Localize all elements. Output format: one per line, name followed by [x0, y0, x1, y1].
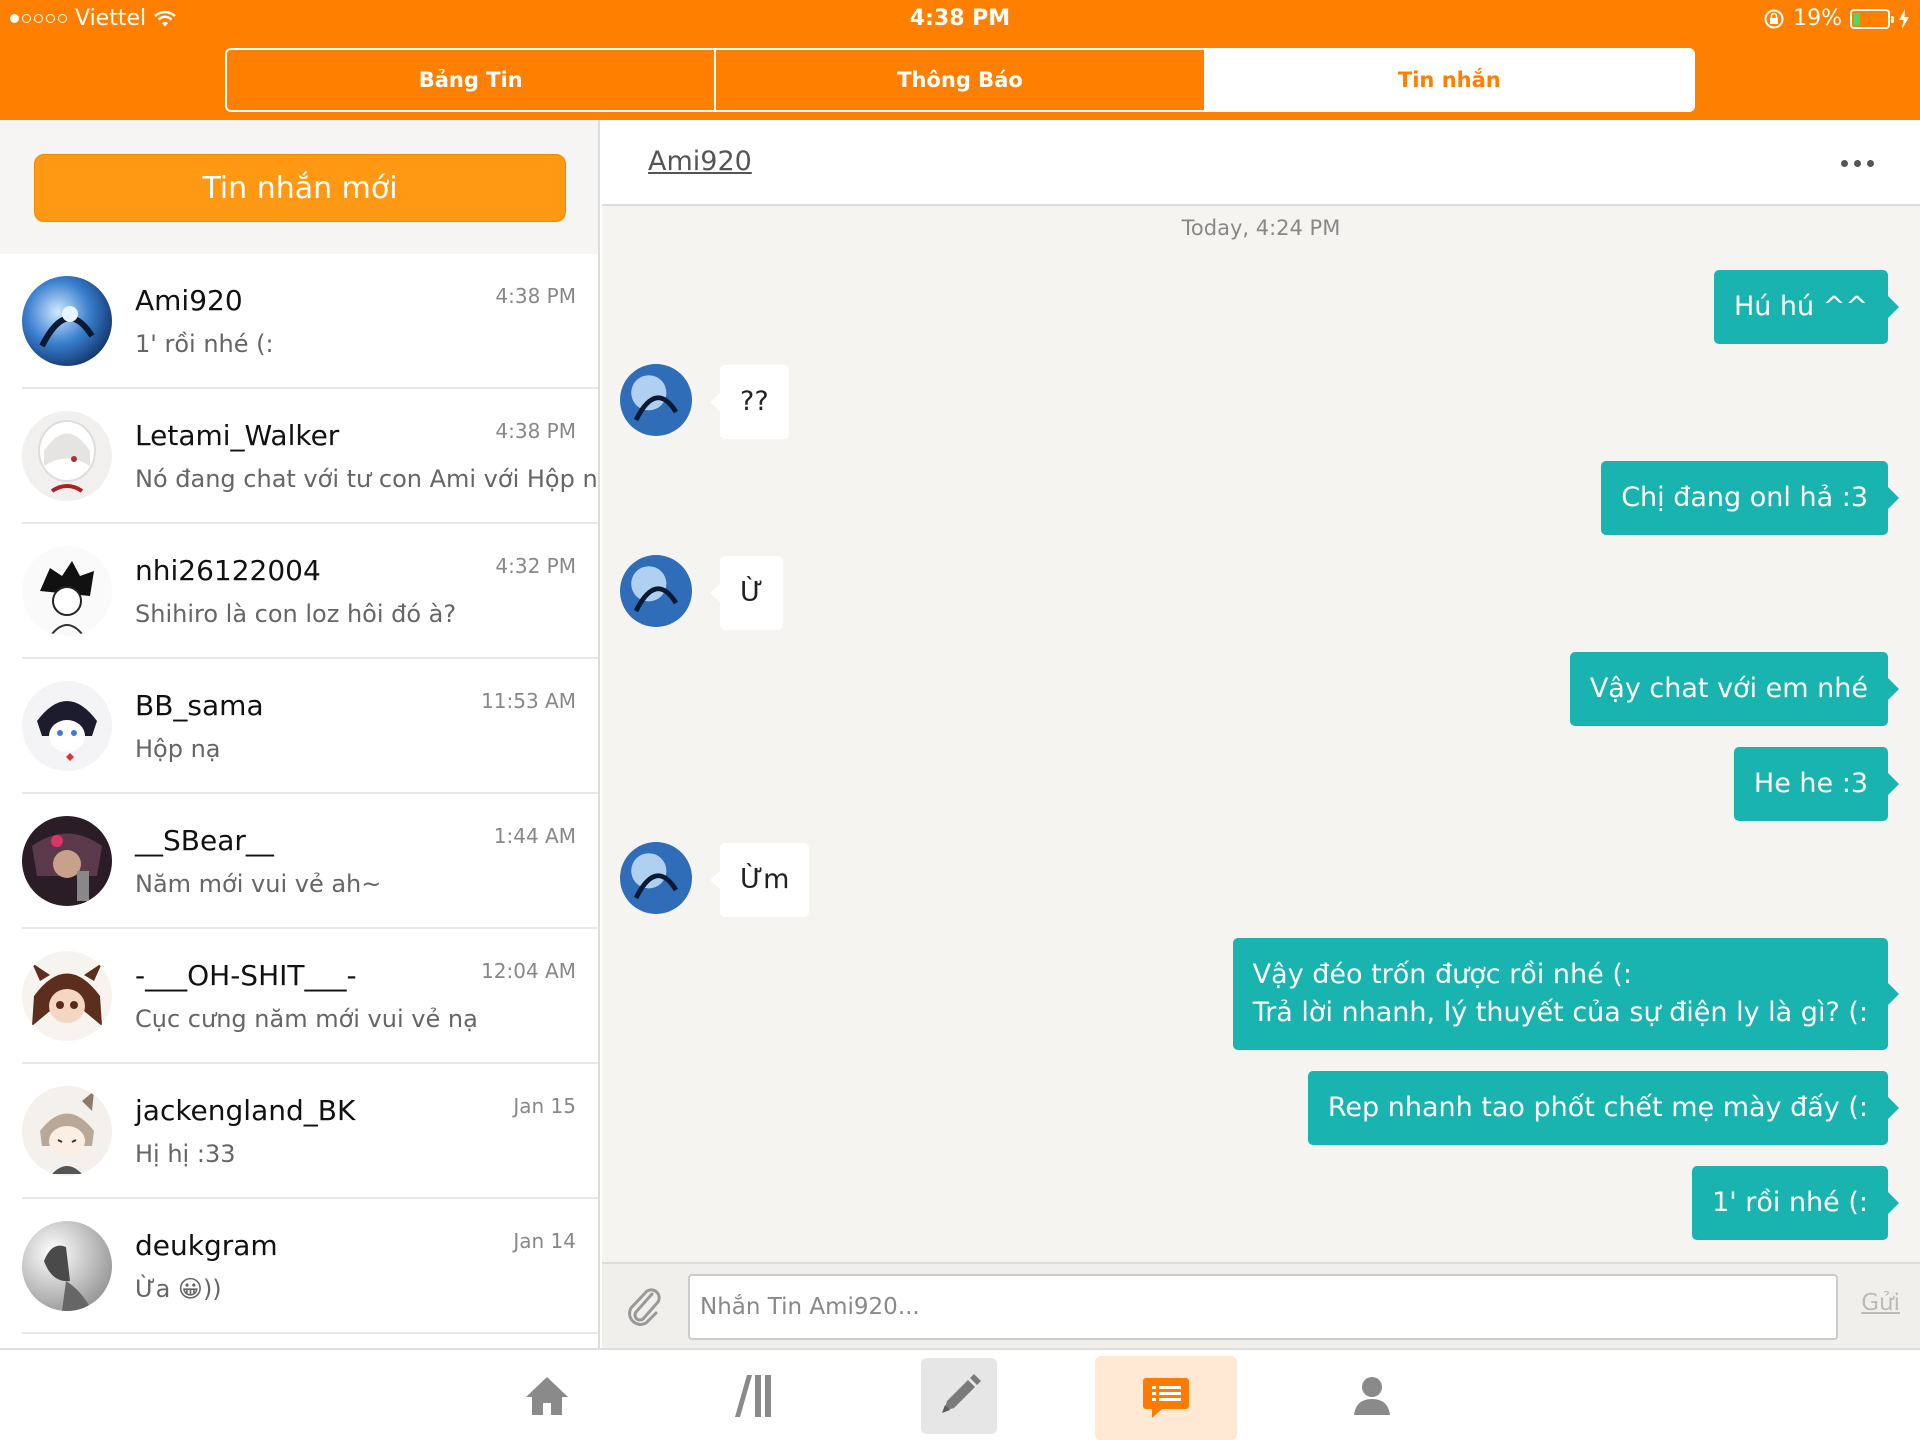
tab-tin-nhan[interactable]: Tin nhắn — [1205, 50, 1693, 110]
conversation-item[interactable]: deukgram Ừa 😀)) Jan 14 — [22, 1199, 598, 1334]
conversation-preview: Shihiro là con loz hôi đó à? — [135, 600, 457, 628]
conversation-time: 4:32 PM — [495, 554, 576, 578]
conversation-sidebar: Tin nhắn mới Ami920 1' rồi nhé (: 4:38 P… — [0, 120, 600, 1348]
conversation-item[interactable]: -___OH-SHIT___- Cục cưng năm mới vui vẻ … — [22, 929, 598, 1064]
conversation-preview: Cục cưng năm mới vui vẻ nạ — [135, 1005, 478, 1033]
conversation-preview: Hị hị :33 — [135, 1140, 236, 1168]
avatar — [620, 364, 692, 436]
tab-messages[interactable] — [1095, 1356, 1237, 1440]
status-right: 19% — [1763, 6, 1910, 31]
outgoing-message: 1' rồi nhé (: — [1692, 1166, 1899, 1240]
profile-icon — [1354, 1377, 1390, 1415]
conversation-preview: Hộp nạ — [135, 735, 221, 763]
chat-header: Ami920 — [602, 120, 1920, 206]
conversation-name: nhi26122004 — [135, 554, 321, 587]
conversation-time: 4:38 PM — [495, 419, 576, 443]
tab-library[interactable] — [709, 1350, 799, 1440]
outgoing-message: He he :3 — [1733, 747, 1900, 821]
battery-percent: 19% — [1793, 6, 1842, 31]
tab-bang-tin[interactable]: Bảng Tin — [227, 50, 717, 110]
outgoing-message: Hú hú ^^ — [1713, 270, 1900, 344]
conversation-preview: 1' rồi nhé (: — [135, 330, 274, 358]
conversation-name: -___OH-SHIT___- — [135, 959, 357, 992]
header: Viettel 4:38 PM 19% Bảng Tin Thông Báo T… — [0, 0, 1920, 120]
top-tab-bar: Bảng Tin Thông Báo Tin nhắn — [225, 48, 1695, 112]
conversation-item[interactable]: Letami_Walker Nó đang chat với tư con Am… — [22, 389, 598, 524]
incoming-message: Ừ — [709, 556, 784, 630]
avatar — [22, 1086, 112, 1176]
send-button[interactable]: Gửi — [1861, 1290, 1900, 1316]
avatar — [22, 276, 112, 366]
avatar — [22, 1221, 112, 1311]
avatar — [22, 681, 112, 771]
avatar — [22, 951, 112, 1041]
pencil-icon — [942, 1374, 981, 1413]
outgoing-message: Chị đang onl hả :3 — [1601, 461, 1899, 535]
conversation-time: Jan 15 — [513, 1094, 576, 1118]
conversation-preview: Ừa 😀)) — [135, 1275, 222, 1303]
message-input[interactable] — [688, 1274, 1838, 1340]
tab-profile[interactable] — [1327, 1350, 1417, 1440]
battery-level — [1854, 12, 1861, 25]
tab-home[interactable] — [502, 1350, 592, 1440]
bottom-tab-bar — [0, 1348, 1920, 1440]
conversation-name: Letami_Walker — [135, 419, 340, 452]
more-options-icon[interactable] — [1841, 160, 1874, 167]
conversation-item[interactable]: Ami920 1' rồi nhé (: 4:38 PM — [22, 254, 598, 389]
battery-icon — [1850, 8, 1894, 29]
incoming-message: Ừm — [709, 843, 810, 917]
new-message-area: Tin nhắn mới — [0, 120, 598, 254]
library-icon — [735, 1375, 771, 1417]
conversation-time: 12:04 AM — [481, 959, 576, 983]
date-divider: Today, 4:24 PM — [1181, 216, 1341, 240]
conversation-time: 1:44 AM — [493, 824, 576, 848]
conversation-name: __SBear__ — [135, 824, 274, 857]
conversation-time: 11:53 AM — [481, 689, 576, 713]
conversation-name: BB_sama — [135, 689, 264, 722]
rotation-lock-icon — [1764, 9, 1784, 28]
outgoing-message: Rep nhanh tao phốt chết mẹ mày đấy (: — [1307, 1071, 1900, 1145]
conversation-preview: Nó đang chat với tư con Ami với Hộp nè — [135, 465, 600, 493]
avatar — [22, 411, 112, 501]
avatar — [22, 546, 112, 636]
tab-thong-bao[interactable]: Thông Báo — [716, 50, 1206, 110]
incoming-message: ?? — [710, 365, 789, 439]
conversation-time: 4:38 PM — [495, 284, 576, 308]
conversation-name: deukgram — [135, 1229, 278, 1262]
avatar — [620, 555, 692, 627]
outgoing-message: Vậy chat với em nhé — [1569, 652, 1900, 726]
conversation-item[interactable]: jackengland_BK Hị hị :33 Jan 15 — [22, 1064, 598, 1199]
conversation-item[interactable]: __SBear__ Năm mới vui vẻ ah~ 1:44 AM — [22, 794, 598, 929]
conversation-item[interactable]: BB_sama Hộp nạ 11:53 AM — [22, 659, 598, 794]
new-message-button[interactable]: Tin nhắn mới — [34, 154, 566, 222]
avatar — [22, 816, 112, 906]
charging-bolt-icon — [1899, 8, 1909, 29]
conversation-item[interactable]: nhi26122004 Shihiro là con loz hôi đó à?… — [22, 524, 598, 659]
paperclip-icon[interactable] — [622, 1284, 666, 1328]
outgoing-message: Vậy đéo trốn được rồi nhé (: Trả lời nha… — [1232, 938, 1900, 1050]
messages-icon — [1143, 1378, 1189, 1418]
conversation-name: jackengland_BK — [135, 1094, 356, 1127]
message-composer: Gửi — [602, 1262, 1920, 1348]
conversation-preview: Năm mới vui vẻ ah~ — [135, 870, 382, 898]
chat-title[interactable]: Ami920 — [648, 146, 752, 177]
status-time: 4:38 PM — [909, 6, 1011, 31]
avatar — [620, 842, 692, 914]
status-bar: Viettel 4:38 PM 19% — [0, 0, 1920, 40]
tab-write[interactable] — [921, 1358, 997, 1434]
conversation-time: Jan 14 — [513, 1229, 576, 1253]
home-icon — [526, 1377, 568, 1415]
conversation-name: Ami920 — [135, 284, 243, 317]
chat-panel: Ami920 Today, 4:24 PM Hú hú ^^ ?? Chị đa… — [602, 120, 1920, 1348]
